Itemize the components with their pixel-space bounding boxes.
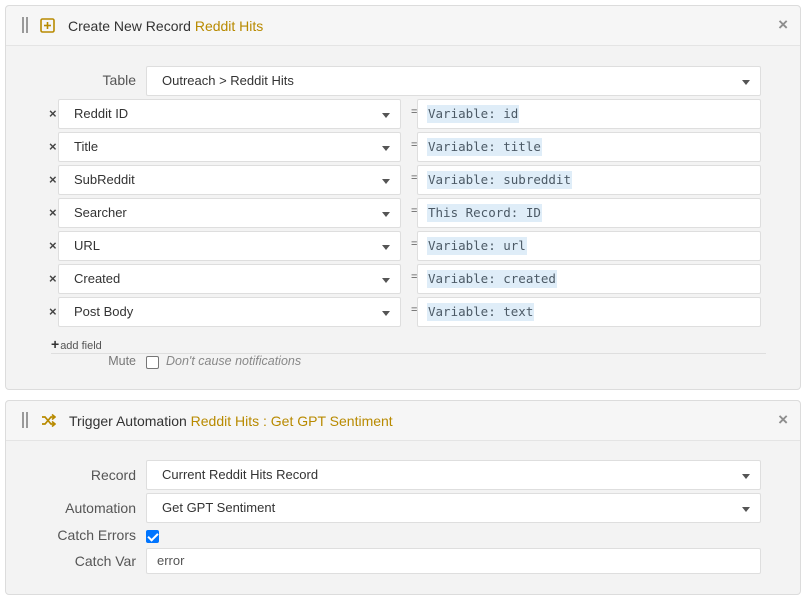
field-value-input[interactable]: This Record: ID [417, 198, 761, 228]
trigger-automation-header: Trigger Automation Reddit Hits : Get GPT… [6, 401, 800, 441]
close-trigger-card-button[interactable]: × [778, 410, 788, 430]
automation-label: Automation [65, 500, 136, 516]
chevron-down-icon [382, 146, 390, 151]
divider [51, 353, 766, 354]
shuffle-icon [42, 413, 56, 428]
chevron-down-icon [382, 311, 390, 316]
chevron-down-icon [382, 278, 390, 283]
record-label: Record [90, 467, 136, 483]
field-name-select[interactable]: Title [58, 132, 401, 162]
variable-token[interactable]: Variable: text [427, 303, 535, 321]
field-name-select[interactable]: Searcher [58, 198, 401, 228]
create-record-header: Create New Record Reddit Hits × [6, 6, 800, 46]
title-accent: Reddit Hits : Get GPT Sentiment [190, 413, 393, 429]
title-prefix: Create New Record [68, 18, 191, 34]
chevron-down-icon [382, 245, 390, 250]
plus-icon: + [51, 336, 60, 352]
remove-field-button[interactable]: × [49, 238, 57, 253]
chevron-down-icon [742, 80, 750, 85]
remove-field-button[interactable]: × [49, 139, 57, 154]
remove-field-button[interactable]: × [49, 271, 57, 286]
chevron-down-icon [382, 179, 390, 184]
create-record-card: Create New Record Reddit Hits × Table Ou… [5, 5, 801, 390]
field-value-input[interactable]: Variable: id [417, 99, 761, 129]
mute-label: Mute [108, 354, 136, 368]
catch-var-value: error [157, 553, 185, 568]
field-name-value: Reddit ID [74, 106, 129, 121]
mute-checkbox[interactable] [146, 356, 159, 369]
field-value-input[interactable]: Variable: created [417, 264, 761, 294]
mute-hint: Don't cause notifications [166, 354, 302, 368]
add-field-label: add field [60, 340, 102, 352]
remove-field-button[interactable]: × [49, 205, 57, 220]
field-value-input[interactable]: Variable: subreddit [417, 165, 761, 195]
title-accent: Reddit Hits [194, 18, 264, 34]
create-record-title: Create New Record Reddit Hits [68, 18, 263, 34]
record-select[interactable]: Current Reddit Hits Record [146, 460, 761, 490]
field-value-input[interactable]: Variable: text [417, 297, 761, 327]
field-name-value: Created [74, 271, 121, 286]
table-label: Table [102, 72, 136, 88]
catch-errors-label: Catch Errors [57, 527, 136, 543]
field-name-select[interactable]: Created [58, 264, 401, 294]
remove-field-button[interactable]: × [49, 106, 57, 121]
remove-field-button[interactable]: × [49, 304, 57, 319]
drag-handle-icon[interactable] [21, 17, 29, 33]
field-name-select[interactable]: URL [58, 231, 401, 261]
plus-square-icon [40, 18, 55, 33]
field-name-value: SubReddit [74, 172, 135, 187]
table-select-value: Outreach > Reddit Hits [162, 73, 294, 88]
variable-token[interactable]: Variable: subreddit [427, 171, 572, 189]
field-value-input[interactable]: Variable: title [417, 132, 761, 162]
field-name-value: URL [74, 238, 101, 253]
table-select[interactable]: Outreach > Reddit Hits [146, 66, 761, 96]
variable-token[interactable]: Variable: created [427, 270, 557, 288]
automation-select[interactable]: Get GPT Sentiment [146, 493, 761, 523]
record-select-value: Current Reddit Hits Record [162, 467, 319, 482]
remove-field-button[interactable]: × [49, 172, 57, 187]
variable-token[interactable]: Variable: title [427, 138, 542, 156]
drag-handle-icon[interactable] [21, 412, 29, 428]
add-field-button[interactable]: +add field [51, 336, 102, 352]
chevron-down-icon [742, 507, 750, 512]
field-name-select[interactable]: Post Body [58, 297, 401, 327]
field-name-value: Title [74, 139, 99, 154]
variable-token[interactable]: Variable: id [427, 105, 520, 123]
chevron-down-icon [382, 113, 390, 118]
catch-errors-checkbox[interactable] [146, 530, 159, 543]
trigger-automation-card: Trigger Automation Reddit Hits : Get GPT… [5, 400, 801, 595]
close-create-card-button[interactable]: × [778, 15, 788, 35]
chevron-down-icon [382, 212, 390, 217]
variable-token[interactable]: Variable: url [427, 237, 527, 255]
field-name-value: Searcher [74, 205, 127, 220]
chevron-down-icon [742, 474, 750, 479]
field-name-value: Post Body [74, 304, 134, 319]
title-prefix: Trigger Automation [69, 413, 187, 429]
field-value-input[interactable]: Variable: url [417, 231, 761, 261]
variable-token[interactable]: This Record: ID [427, 204, 542, 222]
catch-var-label: Catch Var [74, 553, 136, 569]
field-name-select[interactable]: SubReddit [58, 165, 401, 195]
trigger-automation-title: Trigger Automation Reddit Hits : Get GPT… [69, 413, 393, 429]
catch-var-input[interactable]: error [146, 548, 761, 574]
automation-select-value: Get GPT Sentiment [162, 500, 276, 515]
field-name-select[interactable]: Reddit ID [58, 99, 401, 129]
